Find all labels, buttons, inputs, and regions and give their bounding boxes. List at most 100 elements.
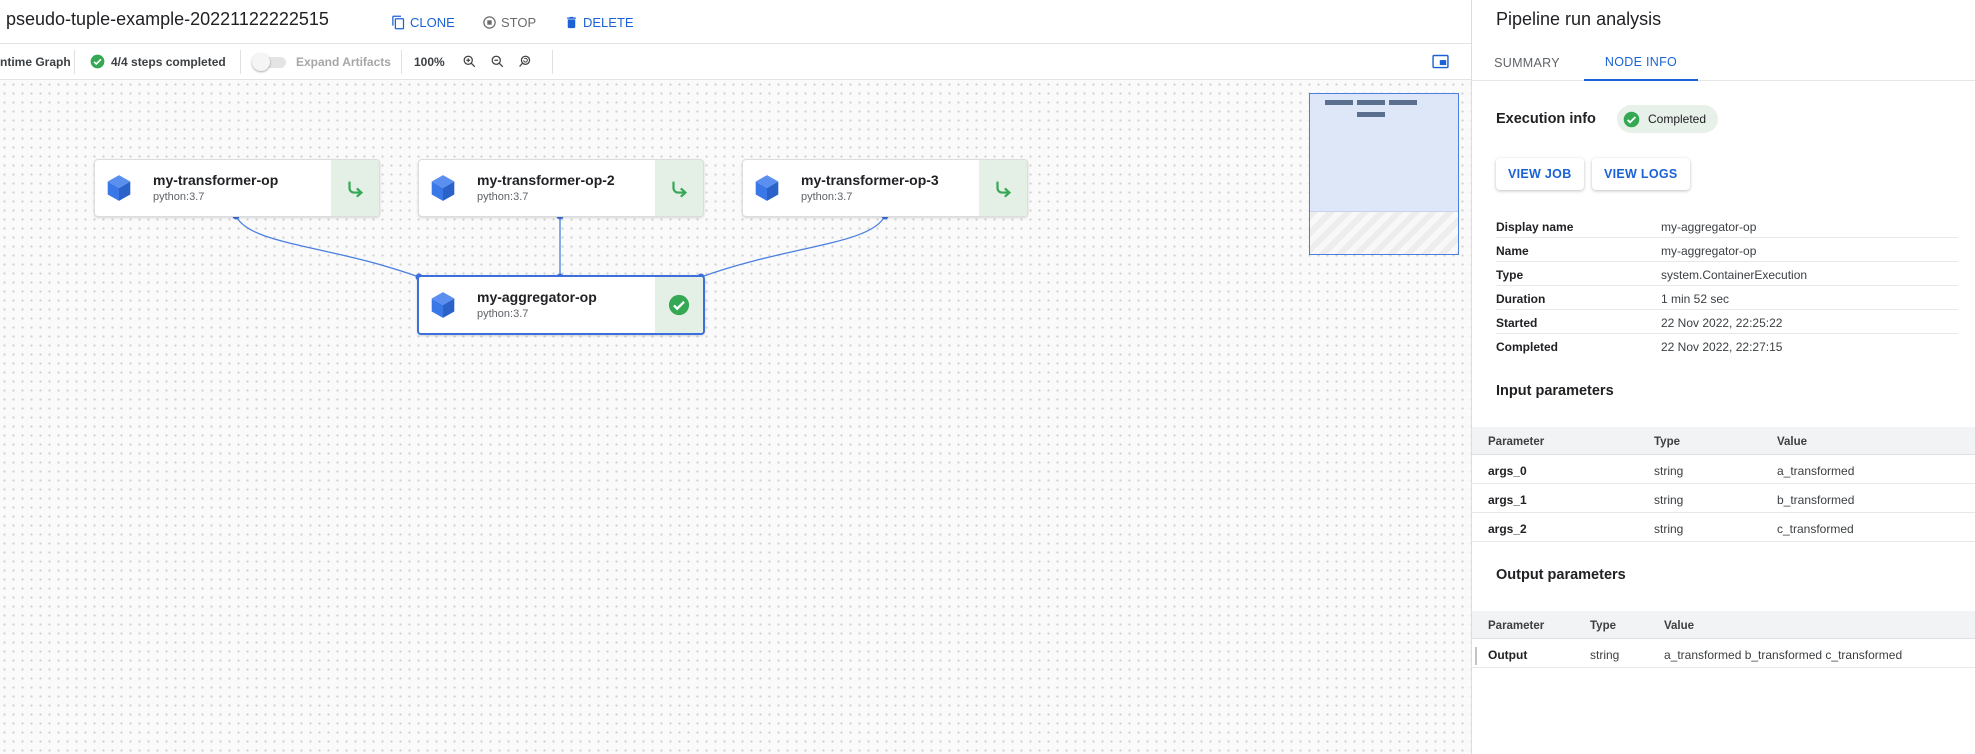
param-type: string xyxy=(1654,522,1684,536)
toolbar-divider xyxy=(74,50,75,74)
tab-node-info[interactable]: NODE INFO xyxy=(1584,44,1698,81)
detail-value: 1 min 52 sec xyxy=(1661,292,1730,306)
param-name: args_1 xyxy=(1488,493,1527,507)
detail-key: Duration xyxy=(1496,292,1546,306)
detail-key: Display name xyxy=(1496,220,1574,234)
table-row: args_1 string b_transformed xyxy=(1472,484,1975,513)
node-name: my-transformer-op-2 xyxy=(477,172,615,188)
minimap-node xyxy=(1389,100,1417,105)
execution-info-heading: Execution info xyxy=(1496,111,1596,127)
node-name: my-aggregator-op xyxy=(477,289,597,305)
detail-row-display-name: Display name my-aggregator-op xyxy=(1496,214,1958,238)
param-name: args_2 xyxy=(1488,522,1527,536)
output-parameters-table: Parameter Type Value Output string a_tra… xyxy=(1472,611,1975,669)
param-value: a_transformed b_transformed c_transforme… xyxy=(1664,648,1903,662)
graph-node-my-aggregator-op[interactable]: my-aggregator-op python:3.7 xyxy=(417,275,705,335)
minimap-node xyxy=(1357,100,1385,105)
param-type: string xyxy=(1590,648,1620,662)
param-name: Output xyxy=(1488,648,1528,662)
node-status-badge xyxy=(331,160,379,216)
table-header: Parameter Type Value xyxy=(1472,611,1975,639)
cube-icon xyxy=(107,175,131,201)
status-badge: Completed xyxy=(1617,105,1719,133)
toolbar-divider xyxy=(240,50,241,74)
zoom-out-button[interactable] xyxy=(490,44,505,79)
node-status-badge xyxy=(655,160,703,216)
trash-icon xyxy=(567,16,576,28)
detail-value: 22 Nov 2022, 22:25:22 xyxy=(1661,316,1783,330)
expand-artifacts-label: Expand Artifacts xyxy=(296,54,391,69)
edge-transformer-1-to-aggregator xyxy=(235,215,420,278)
view-logs-button[interactable]: VIEW LOGS xyxy=(1592,158,1690,190)
zoom-level: 100% xyxy=(414,54,445,69)
node-image: python:3.7 xyxy=(477,308,529,320)
graph-toolbar: ntime Graph 4/4 steps completed Expand A… xyxy=(0,44,1471,80)
graph-node-my-transformer-op-3[interactable]: my-transformer-op-3 python:3.7 xyxy=(742,159,1028,217)
detail-row-completed: Completed 22 Nov 2022, 22:27:15 xyxy=(1496,334,1958,358)
zoom-out-icon xyxy=(491,55,504,68)
column-header-type: Type xyxy=(1654,436,1680,448)
cache-reuse-icon xyxy=(672,181,688,198)
node-name: my-transformer-op xyxy=(153,172,279,188)
table-row: Output string a_transformed b_transforme… xyxy=(1472,639,1975,668)
column-header-value: Value xyxy=(1664,620,1695,632)
stop-button[interactable]: STOP xyxy=(482,12,536,32)
minimap-node xyxy=(1357,112,1385,117)
graph-node-my-transformer-op[interactable]: my-transformer-op python:3.7 xyxy=(94,159,380,217)
node-image: python:3.7 xyxy=(153,191,205,203)
column-resize-handle[interactable] xyxy=(1475,647,1477,665)
detail-row-started: Started 22 Nov 2022, 22:25:22 xyxy=(1496,310,1958,334)
node-image: python:3.7 xyxy=(801,191,853,203)
node-status-badge xyxy=(655,277,703,333)
output-parameters-heading: Output parameters xyxy=(1496,567,1626,583)
detail-value: system.ContainerExecution xyxy=(1661,268,1808,282)
check-circle-icon xyxy=(668,294,690,316)
delete-button[interactable]: DELETE xyxy=(564,12,634,32)
panel-title: Pipeline run analysis xyxy=(1496,9,1662,29)
table-row: args_0 string a_transformed xyxy=(1472,455,1975,484)
stop-label: STOP xyxy=(501,14,537,30)
graph-node-my-transformer-op-2[interactable]: my-transformer-op-2 python:3.7 xyxy=(418,159,704,217)
param-type: string xyxy=(1654,464,1684,478)
detail-row-type: Type system.ContainerExecution xyxy=(1496,262,1958,286)
param-value: c_transformed xyxy=(1777,522,1854,536)
clone-button[interactable]: CLONE xyxy=(391,12,455,32)
minimap-toggle-button[interactable] xyxy=(1432,44,1449,79)
copy-icon xyxy=(392,15,405,29)
graph-minimap[interactable] xyxy=(1309,93,1459,255)
detail-row-name: Name my-aggregator-op xyxy=(1496,238,1958,262)
clone-label: CLONE xyxy=(410,14,455,30)
delete-label: DELETE xyxy=(583,14,634,30)
graph-canvas[interactable]: my-transformer-op python:3.7 my-transfor… xyxy=(0,80,1471,754)
tab-summary[interactable]: SUMMARY xyxy=(1490,44,1564,81)
detail-value: 22 Nov 2022, 22:27:15 xyxy=(1661,340,1783,354)
steps-status: 4/4 steps completed xyxy=(90,44,226,79)
detail-value: my-aggregator-op xyxy=(1661,220,1757,234)
picture-in-picture-icon xyxy=(1432,54,1449,69)
edge-transformer-3-to-aggregator xyxy=(700,215,886,278)
cube-icon xyxy=(431,175,455,201)
zoom-in-button[interactable] xyxy=(462,44,477,79)
check-circle-icon xyxy=(1623,111,1640,127)
status-label: Completed xyxy=(1648,112,1707,126)
column-header-parameter: Parameter xyxy=(1488,436,1545,448)
param-name: args_0 xyxy=(1488,464,1527,478)
view-job-button[interactable]: VIEW JOB xyxy=(1496,158,1584,190)
toggle-switch[interactable] xyxy=(252,52,288,71)
detail-key: Completed xyxy=(1496,340,1559,354)
table-row: args_2 string c_transformed xyxy=(1472,513,1975,542)
zoom-in-icon xyxy=(463,55,476,68)
toolbar-divider xyxy=(552,50,553,74)
zoom-reset-icon xyxy=(519,55,531,67)
table-header: Parameter Type Value xyxy=(1472,427,1975,455)
param-type: string xyxy=(1654,493,1684,507)
column-header-value: Value xyxy=(1777,436,1808,448)
expand-artifacts-toggle[interactable]: Expand Artifacts xyxy=(252,44,391,79)
param-value: b_transformed xyxy=(1777,493,1855,507)
detail-key: Type xyxy=(1496,268,1524,282)
tab-runtime-graph[interactable]: ntime Graph xyxy=(0,44,71,79)
zoom-reset-button[interactable] xyxy=(518,44,533,79)
node-name: my-transformer-op-3 xyxy=(801,172,939,188)
run-header: pseudo-tuple-example-20221122222515 CLON… xyxy=(0,0,1471,44)
steps-completed-label: 4/4 steps completed xyxy=(111,54,226,69)
